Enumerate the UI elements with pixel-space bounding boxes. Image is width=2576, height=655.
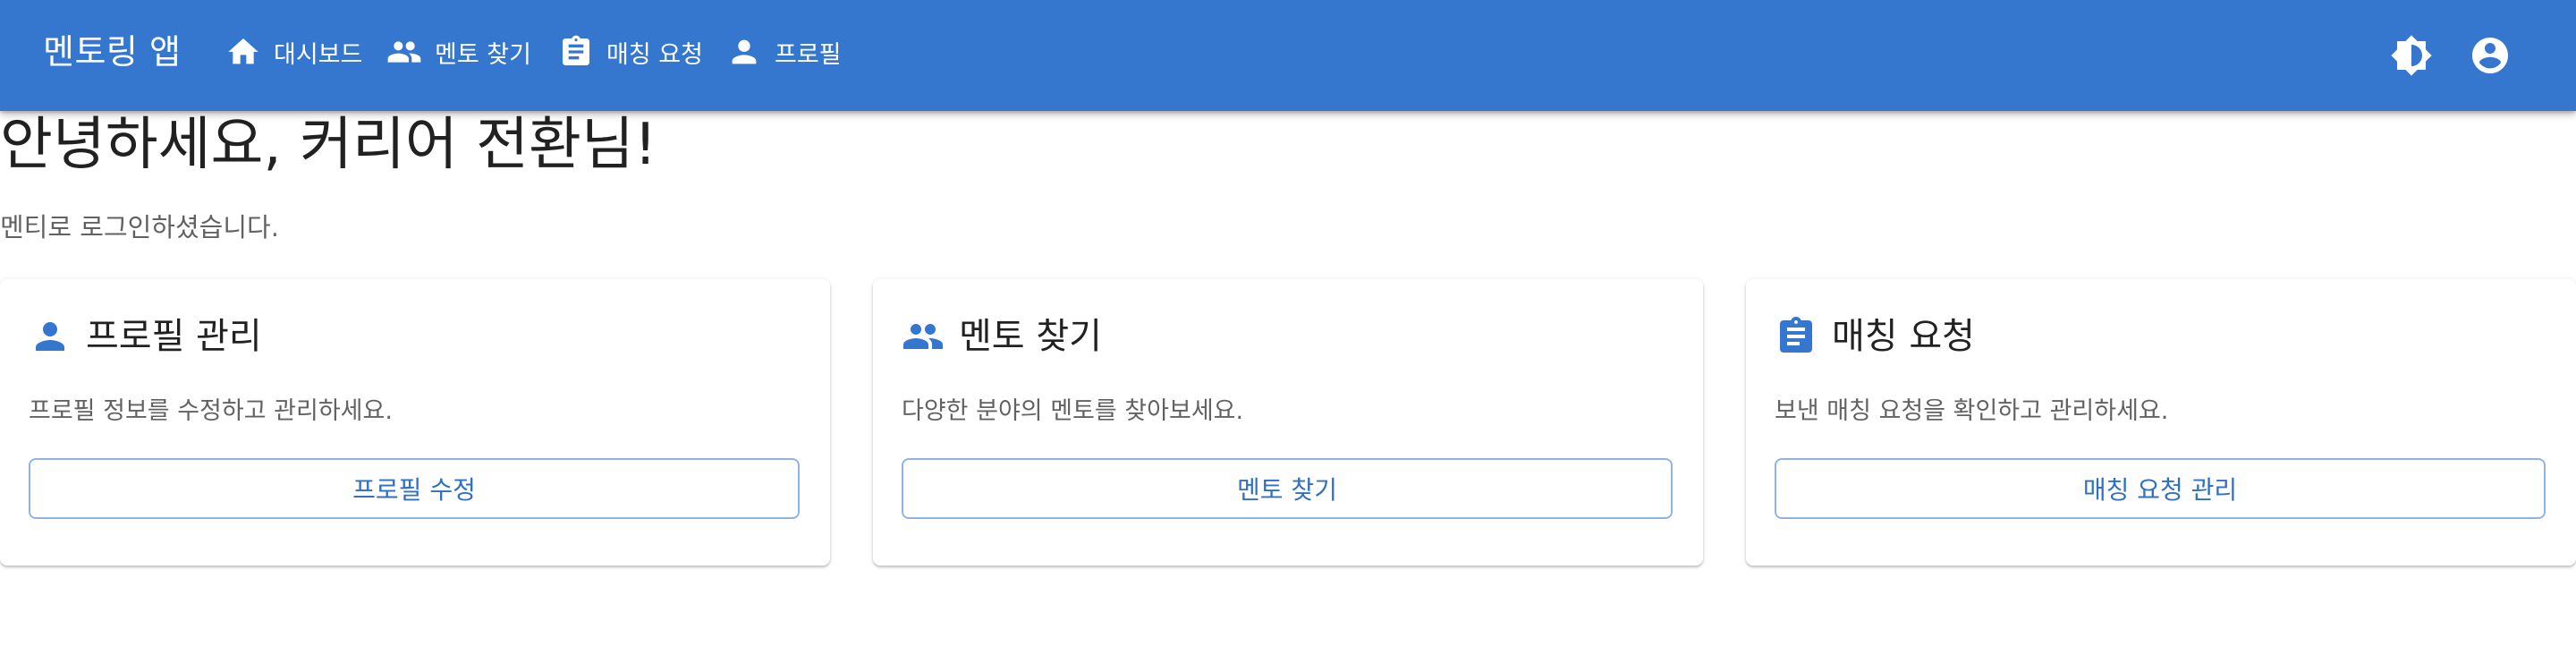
manage-match-requests-button[interactable]: 매칭 요청 관리 [1775, 458, 2546, 519]
person-icon [726, 34, 762, 70]
nav-find-mentor[interactable]: 멘토 찾기 [386, 32, 531, 72]
card-title: 멘토 찾기 [959, 316, 1102, 357]
assignment-icon [1775, 315, 1818, 358]
nav-match-requests[interactable]: 매칭 요청 [558, 32, 703, 72]
account-circle-icon [2469, 34, 2512, 77]
card-description: 다양한 분야의 멘토를 찾아보세요. [902, 397, 1244, 425]
find-mentor-button[interactable]: 멘토 찾기 [902, 458, 1673, 519]
profile-card: 프로필 관리 프로필 정보를 수정하고 관리하세요. 프로필 수정 [0, 279, 830, 566]
people-icon [386, 34, 422, 70]
people-icon [902, 315, 945, 358]
find-mentor-card: 멘토 찾기 다양한 분야의 멘토를 찾아보세요. 멘토 찾기 [873, 279, 1703, 566]
page-subtitle: 멘티로 로그인하셨습니다. [0, 212, 279, 242]
nav-match-requests-label: 매칭 요청 [606, 40, 703, 69]
card-header: 멘토 찾기 [902, 313, 1102, 360]
app-bar: 멘토링 앱 대시보드 멘토 찾기 매칭 요청 프로필 [0, 0, 2576, 111]
nav-profile-label: 프로필 [775, 40, 842, 69]
app-title[interactable]: 멘토링 앱 [43, 29, 181, 75]
card-description: 보낸 매칭 요청을 확인하고 관리하세요. [1775, 397, 2169, 425]
card-title: 프로필 관리 [86, 316, 262, 357]
card-title: 매칭 요청 [1832, 316, 1975, 357]
nav-profile[interactable]: 프로필 [726, 32, 842, 72]
assignment-icon [558, 34, 594, 70]
card-header: 매칭 요청 [1775, 313, 1975, 360]
brightness-icon [2390, 34, 2433, 77]
card-header: 프로필 관리 [29, 313, 262, 360]
page-title: 안녕하세요, 커리어 전환님! [0, 112, 657, 178]
nav-dashboard-label: 대시보드 [274, 40, 363, 69]
edit-profile-button[interactable]: 프로필 수정 [29, 458, 800, 519]
nav-dashboard[interactable]: 대시보드 [225, 32, 362, 72]
match-request-card: 매칭 요청 보낸 매칭 요청을 확인하고 관리하세요. 매칭 요청 관리 [1746, 279, 2576, 566]
nav-find-mentor-label: 멘토 찾기 [435, 40, 531, 69]
card-description: 프로필 정보를 수정하고 관리하세요. [29, 397, 393, 425]
theme-toggle-button[interactable] [2390, 34, 2433, 77]
person-icon [29, 315, 72, 358]
account-button[interactable] [2469, 34, 2512, 77]
home-icon [225, 34, 261, 70]
